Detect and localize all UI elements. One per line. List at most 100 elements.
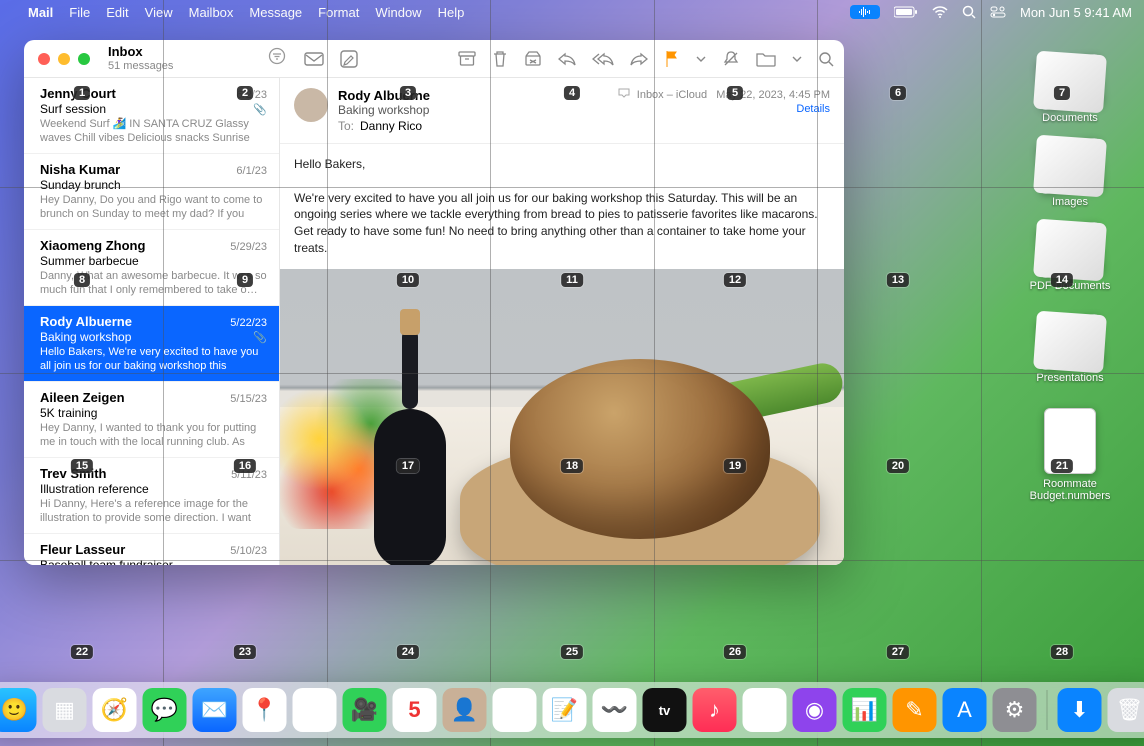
dock-launchpad[interactable]: ▦: [43, 688, 87, 732]
mail-titlebar: Inbox 51 messages: [24, 40, 844, 78]
mail-window: Inbox 51 messages Jenny Court6/2/23Surf …: [24, 40, 844, 565]
dock-tv[interactable]: tv: [643, 688, 687, 732]
grid-number-22: 22: [71, 645, 93, 659]
get-mail-button[interactable]: [304, 51, 324, 67]
desktop-file-numbers[interactable]: Roommate Budget.numbers: [1020, 408, 1120, 502]
menubar-clock[interactable]: Mon Jun 5 9:41 AM: [1020, 5, 1132, 20]
dock-finder[interactable]: 🙂: [0, 688, 37, 732]
message-list[interactable]: Jenny Court6/2/23Surf session📎Weekend Su…: [24, 78, 280, 565]
dock-pages[interactable]: ✎: [893, 688, 937, 732]
grid-number-20: 20: [887, 459, 909, 473]
dock: 🙂▦🧭💬✉️📍❀🎥5👤≣📝〰️tv♪N◉📊✎A⚙︎ ⬇︎🗑: [0, 682, 1144, 738]
message-row[interactable]: Aileen Zeigen5/15/235K trainingHey Danny…: [24, 382, 279, 458]
menu-message[interactable]: Message: [249, 5, 302, 20]
grid-number-25: 25: [561, 645, 583, 659]
message-row[interactable]: Rody Albuerne5/22/23Baking workshop📎Hell…: [24, 306, 279, 382]
menu-mailbox[interactable]: Mailbox: [189, 5, 234, 20]
delete-button[interactable]: [492, 50, 508, 68]
message-row[interactable]: Nisha Kumar6/1/23Sunday brunchHey Danny,…: [24, 154, 279, 230]
menubar-app[interactable]: Mail: [28, 5, 53, 20]
menu-window[interactable]: Window: [375, 5, 421, 20]
dock-safari[interactable]: 🧭: [93, 688, 137, 732]
grid-number-6: 6: [890, 86, 906, 100]
mailbox-subtitle: 51 messages: [108, 60, 173, 72]
dock-reminders[interactable]: ≣: [493, 688, 537, 732]
dock-photos[interactable]: ❀: [293, 688, 337, 732]
flag-menu-chevron-icon[interactable]: [696, 55, 706, 63]
grid-number-28: 28: [1051, 645, 1073, 659]
desktop-stack-images[interactable]: Images: [1020, 140, 1120, 208]
dock-settings[interactable]: ⚙︎: [993, 688, 1037, 732]
to-label: To:: [338, 119, 354, 133]
dock-calendar[interactable]: 5: [393, 688, 437, 732]
dock-downloads[interactable]: ⬇︎: [1058, 688, 1102, 732]
dock-facetime[interactable]: 🎥: [343, 688, 387, 732]
voice-control-icon[interactable]: [850, 5, 880, 19]
reading-recipient: Danny Rico: [360, 119, 422, 133]
dock-music[interactable]: ♪: [693, 688, 737, 732]
search-button[interactable]: [818, 51, 834, 67]
reply-button[interactable]: [558, 52, 576, 66]
grid-number-13: 13: [887, 273, 909, 287]
compose-button[interactable]: [340, 50, 358, 68]
dock-messages[interactable]: 💬: [143, 688, 187, 732]
mute-button[interactable]: [722, 50, 740, 68]
grid-number-23: 23: [234, 645, 256, 659]
forward-button[interactable]: [630, 52, 648, 66]
dock-notes[interactable]: 📝: [543, 688, 587, 732]
menu-view[interactable]: View: [145, 5, 173, 20]
junk-button[interactable]: [524, 50, 542, 68]
attachment-icon: 📎: [253, 331, 267, 344]
dock-news[interactable]: N: [743, 688, 787, 732]
attachment-icon: 📎: [253, 103, 267, 116]
move-button[interactable]: [756, 51, 776, 67]
reading-sender: Rody Albuerne: [338, 88, 608, 103]
body-para: We're very excited to have you all join …: [294, 190, 830, 257]
dock-appstore[interactable]: A: [943, 688, 987, 732]
desktop-stack-pdf[interactable]: PDF Documents: [1020, 224, 1120, 292]
menu-edit[interactable]: Edit: [106, 5, 128, 20]
message-row[interactable]: Trev Smith5/11/23Illustration referenceH…: [24, 458, 279, 534]
inline-attachment-image[interactable]: [280, 269, 844, 565]
menu-file[interactable]: File: [69, 5, 90, 20]
reading-pane: Rody Albuerne Baking workshop To: Danny …: [280, 78, 844, 565]
window-close[interactable]: [38, 53, 50, 65]
body-greeting: Hello Bakers,: [294, 156, 830, 173]
grid-number-24: 24: [397, 645, 419, 659]
wifi-icon[interactable]: [932, 6, 948, 18]
battery-icon[interactable]: [894, 6, 918, 18]
window-minimize[interactable]: [58, 53, 70, 65]
message-row[interactable]: Jenny Court6/2/23Surf session📎Weekend Su…: [24, 78, 279, 154]
grid-number-27: 27: [887, 645, 909, 659]
archive-button[interactable]: [458, 51, 476, 67]
reply-all-button[interactable]: [592, 52, 614, 66]
sender-avatar[interactable]: [294, 88, 328, 122]
details-link[interactable]: Details: [618, 103, 830, 115]
message-row[interactable]: Xiaomeng Zhong5/29/23Summer barbecueDann…: [24, 230, 279, 306]
dock-mail[interactable]: ✉️: [193, 688, 237, 732]
menubar: Mail File Edit View Mailbox Message Form…: [0, 0, 1144, 24]
dock-numbers[interactable]: 📊: [843, 688, 887, 732]
mailbox-title: Inbox: [108, 45, 173, 59]
desktop-stack-presentations[interactable]: Presentations: [1020, 316, 1120, 384]
window-zoom[interactable]: [78, 53, 90, 65]
menu-help[interactable]: Help: [438, 5, 465, 20]
dock-contacts[interactable]: 👤: [443, 688, 487, 732]
reading-date: May 22, 2023, 4:45 PM: [716, 89, 830, 101]
control-center-icon[interactable]: [990, 6, 1006, 18]
dock-trash[interactable]: 🗑: [1108, 688, 1144, 732]
dock-maps[interactable]: 📍: [243, 688, 287, 732]
filter-icon[interactable]: [268, 47, 286, 70]
reading-subject: Baking workshop: [338, 103, 608, 117]
move-menu-chevron-icon[interactable]: [792, 55, 802, 63]
reading-mailbox: Inbox – iCloud: [637, 89, 707, 101]
inbox-icon: [618, 89, 633, 101]
grid-number-26: 26: [724, 645, 746, 659]
spotlight-icon[interactable]: [962, 5, 976, 19]
dock-freeform[interactable]: 〰️: [593, 688, 637, 732]
flag-button[interactable]: [664, 50, 680, 68]
dock-podcasts[interactable]: ◉: [793, 688, 837, 732]
menu-format[interactable]: Format: [318, 5, 359, 20]
desktop-stack-documents[interactable]: Documents: [1020, 56, 1120, 124]
message-row[interactable]: Fleur Lasseur5/10/23Baseball team fundra…: [24, 534, 279, 565]
